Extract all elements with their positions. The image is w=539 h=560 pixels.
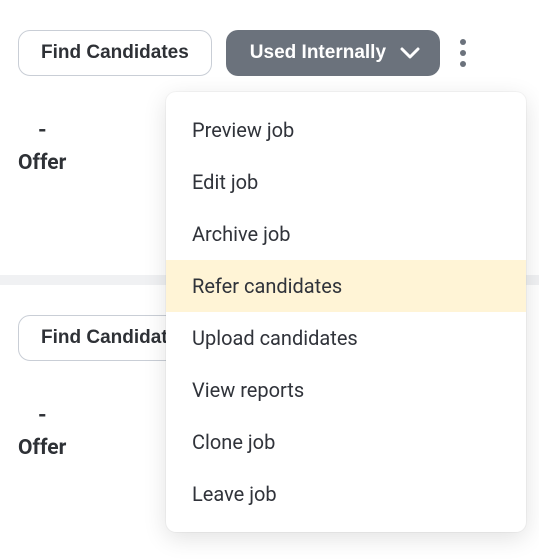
menu-item-refer-candidates[interactable]: Refer candidates [166,260,526,312]
more-options-button[interactable] [454,31,472,75]
kebab-dot [460,61,466,67]
find-candidates-button[interactable]: Find Candidates [18,30,212,76]
status-dropdown-button[interactable]: Used Internally [226,30,440,76]
status-label: Used Internally [250,42,386,64]
kebab-dot [460,39,466,45]
actions-row: Find Candidates Used Internally [18,0,521,76]
chevron-down-icon [400,46,420,60]
menu-item-leave-job[interactable]: Leave job [166,468,526,520]
menu-item-archive-job[interactable]: Archive job [166,208,526,260]
kebab-dot [460,50,466,56]
menu-item-preview-job[interactable]: Preview job [166,104,526,156]
menu-item-clone-job[interactable]: Clone job [166,416,526,468]
menu-item-edit-job[interactable]: Edit job [166,156,526,208]
menu-item-upload-candidates[interactable]: Upload candidates [166,312,526,364]
menu-item-view-reports[interactable]: View reports [166,364,526,416]
more-options-menu: Preview job Edit job Archive job Refer c… [166,92,526,532]
